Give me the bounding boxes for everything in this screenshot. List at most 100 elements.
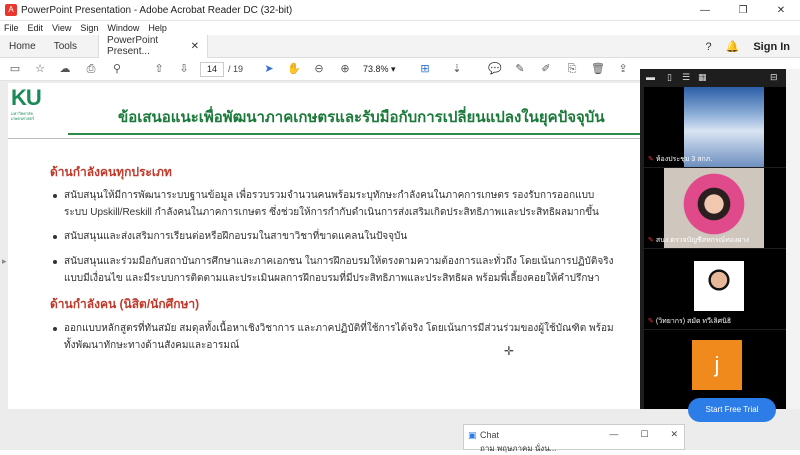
print-icon[interactable]: ⎙ bbox=[84, 62, 98, 76]
highlight-pen-icon[interactable]: ✎ bbox=[513, 62, 527, 76]
share-icon[interactable]: ⇪ bbox=[616, 62, 630, 76]
window-titlebar: A PowerPoint Presentation - Adobe Acroba… bbox=[0, 0, 800, 21]
video-feed-3 bbox=[694, 261, 744, 311]
bullet-dot bbox=[53, 235, 57, 239]
zoom-level-dropdown[interactable]: 73.8% ▾ bbox=[363, 62, 407, 77]
section-heading-2: ด้านกำลังคน (นิสิต/นักศึกษา) bbox=[50, 297, 200, 311]
bullet-2: สนับสนุนและส่งเสริมการเรียนต่อหรือฝึกอบร… bbox=[64, 231, 408, 242]
crosshair-cursor-icon: ✛ bbox=[504, 344, 515, 358]
minimize-panel-icon[interactable]: ▬ bbox=[646, 72, 655, 82]
slide-title: ข้อเสนอแนะเพื่อพัฒนาภาคเกษตรและรับมือกับ… bbox=[118, 109, 605, 126]
close-tab-icon[interactable]: ✕ bbox=[191, 41, 199, 52]
chat-window-controls: — ☐ ✕ bbox=[609, 429, 678, 440]
minimize-button[interactable]: — bbox=[686, 0, 724, 21]
title-rule bbox=[68, 133, 645, 135]
bullet-3-line-1: สนับสนุนและร่วมมือกับสถาบันการศึกษาและภา… bbox=[64, 256, 614, 267]
menu-view[interactable]: View bbox=[52, 23, 71, 33]
select-cursor-icon[interactable]: ➤ bbox=[262, 62, 276, 76]
video-tile-1[interactable]: ✎ ห้องประชุม 3 สกภ. bbox=[644, 87, 786, 167]
stamp-icon[interactable]: ⎘ bbox=[565, 62, 579, 76]
tab-document[interactable]: PowerPoint Present... ✕ bbox=[98, 34, 209, 58]
draw-pen-icon[interactable]: ✐ bbox=[539, 62, 553, 76]
chat-maximize-button[interactable]: ☐ bbox=[640, 429, 648, 440]
chat-title: Chat bbox=[480, 430, 500, 440]
bullet-1-line-2: ระบบ Upskill/Reskill กำลังคนในภาคการเกษต… bbox=[64, 207, 599, 218]
video-tile-2-name: ✎ สนง.ตรวจบัญชีสหกรณ์ทองผาง bbox=[648, 237, 749, 244]
chat-preview-text: ถาม พฤษภาคม นั่งน... bbox=[480, 444, 557, 453]
video-tile-3[interactable]: ✎ (วิทยากร) สมัด ทวีเลิศนิธิ bbox=[644, 249, 786, 329]
bullet-4-line-1: ออกแบบหลักสูตรที่ทันสมัย สมดุลทั้งเนื้อห… bbox=[64, 323, 614, 334]
video-tile-3-name: ✎ (วิทยากร) สมัด ทวีเลิศนิธิ bbox=[648, 318, 732, 325]
menu-edit[interactable]: Edit bbox=[28, 23, 44, 33]
zoom-out-icon[interactable]: ⊖ bbox=[312, 62, 326, 76]
chat-close-button[interactable]: ✕ bbox=[670, 429, 678, 440]
page-number-input[interactable]: 14 bbox=[200, 62, 224, 77]
upload-cloud-icon[interactable]: ☁ bbox=[58, 62, 72, 76]
mic-muted-icon: ✎ bbox=[648, 156, 654, 163]
video-tile-1-name: ✎ ห้องประชุม 3 สกภ. bbox=[648, 156, 713, 163]
ku-logo-sub2: เกษตรศาสตร์ bbox=[11, 116, 35, 121]
acrobat-app-icon: A bbox=[5, 4, 17, 16]
bullet-dot bbox=[53, 327, 57, 331]
toolbar-right-strip bbox=[640, 58, 800, 69]
bullet-dot bbox=[53, 260, 57, 264]
tab-home[interactable]: Home bbox=[0, 41, 45, 52]
delete-icon[interactable]: 🗑 bbox=[591, 62, 605, 76]
participant-avatar: j bbox=[692, 340, 742, 390]
ku-logo-letters: KU bbox=[11, 85, 42, 110]
hand-tool-icon[interactable]: ✋ bbox=[287, 62, 301, 76]
window-title: PowerPoint Presentation - Adobe Acrobat … bbox=[21, 4, 293, 16]
section-heading-1: ด้านกำลังคนทุกประเภท bbox=[50, 165, 172, 179]
tab-right-area: ? 🔔 Sign In bbox=[706, 35, 791, 58]
zoom-panel-header: ▬ ▯ ☰ ▦ ⊟ bbox=[640, 69, 786, 85]
zoom-video-panel: ▬ ▯ ☰ ▦ ⊟ ✎ ห้องประชุม 3 สกภ. ✎ สนง.ตรวจบั… bbox=[640, 69, 786, 410]
main-toolbar: ▭ ☆ ☁ ⎙ ⚲ ⇧ ⇩ 14 / 19 ➤ ✋ ⊖ ⊕ 73.8% ▾ ⊞ … bbox=[0, 58, 640, 81]
video-tile-2[interactable]: ✎ สนง.ตรวจบัญชีสหกรณ์ทองผาง bbox=[644, 168, 786, 248]
tab-bar: Home Tools PowerPoint Present... ✕ ? 🔔 S… bbox=[0, 34, 800, 58]
header-divider bbox=[8, 138, 645, 139]
menu-file[interactable]: File bbox=[4, 23, 19, 33]
menu-help[interactable]: Help bbox=[148, 23, 167, 33]
help-icon[interactable]: ? bbox=[706, 41, 712, 53]
sign-in-button[interactable]: Sign In bbox=[753, 41, 790, 53]
exit-panel-icon[interactable]: ⊟ bbox=[770, 72, 778, 83]
close-window-button[interactable]: ✕ bbox=[762, 0, 800, 21]
restore-button[interactable]: ❐ bbox=[724, 0, 762, 21]
expand-left-panel-icon[interactable]: ▸ bbox=[2, 256, 7, 267]
notification-bell-icon[interactable]: 🔔 bbox=[726, 40, 740, 53]
document-view: KU มหาวิทยาลัย เกษตรศาสตร์ ข้อเสนอแนะเพื… bbox=[0, 81, 645, 409]
zoom-in-icon[interactable]: ⊕ bbox=[338, 62, 352, 76]
chat-minimize-button[interactable]: — bbox=[609, 429, 618, 440]
page-total: / 19 bbox=[228, 64, 244, 74]
chat-window: ▣ Chat — ☐ ✕ ถาม พฤษภาคม นั่งน... bbox=[463, 424, 685, 453]
ku-logo: KU มหาวิทยาลัย เกษตรศาสตร์ bbox=[11, 85, 42, 129]
next-page-icon[interactable]: ⇩ bbox=[177, 62, 191, 76]
search-icon[interactable]: ⚲ bbox=[110, 62, 124, 76]
zoom-level-value: 73.8% bbox=[363, 64, 389, 74]
tab-document-label: PowerPoint Present... bbox=[107, 35, 159, 57]
mic-muted-icon: ✎ bbox=[648, 237, 654, 244]
save-icon[interactable]: ▭ bbox=[8, 62, 22, 76]
start-free-trial-button[interactable]: Start Free Trial bbox=[688, 398, 776, 422]
pdf-page: KU มหาวิทยาลัย เกษตรศาสตร์ ข้อเสนอแนะเพื… bbox=[8, 83, 645, 409]
bullet-4-line-2: ทั้งพัฒนาทักษะทางด้านสังคมและอารมณ์ bbox=[64, 340, 240, 351]
bookmark-star-icon[interactable]: ☆ bbox=[33, 62, 47, 76]
chat-icon: ▣ bbox=[468, 430, 477, 440]
tab-tools[interactable]: Tools bbox=[45, 41, 86, 52]
previous-page-icon[interactable]: ⇧ bbox=[152, 62, 166, 76]
menu-window[interactable]: Window bbox=[107, 23, 139, 33]
view-grid-icon[interactable]: ▦ bbox=[698, 72, 707, 83]
view-single-icon[interactable]: ▯ bbox=[667, 72, 672, 83]
page-display-icon[interactable]: ⊞ bbox=[418, 62, 432, 76]
bullet-3-line-2: แบบมีเงื่อนไข และมีระบบการติดตามและประเม… bbox=[64, 273, 600, 284]
bullet-dot bbox=[53, 194, 57, 198]
view-strip-icon[interactable]: ☰ bbox=[682, 72, 690, 83]
menu-sign[interactable]: Sign bbox=[80, 23, 98, 33]
scroll-mode-icon[interactable]: ⇣ bbox=[450, 62, 464, 76]
mic-muted-icon: ✎ bbox=[648, 318, 654, 325]
comment-icon[interactable]: 💬 bbox=[488, 62, 502, 76]
menu-bar: File Edit View Sign Window Help bbox=[0, 21, 800, 35]
right-scroll-strip bbox=[786, 69, 800, 409]
window-controls: — ❐ ✕ bbox=[686, 0, 800, 21]
bullet-1-line-1: สนับสนุนให้มีการพัฒนาระบบฐานข้อมูล เพื่อ… bbox=[64, 190, 595, 201]
